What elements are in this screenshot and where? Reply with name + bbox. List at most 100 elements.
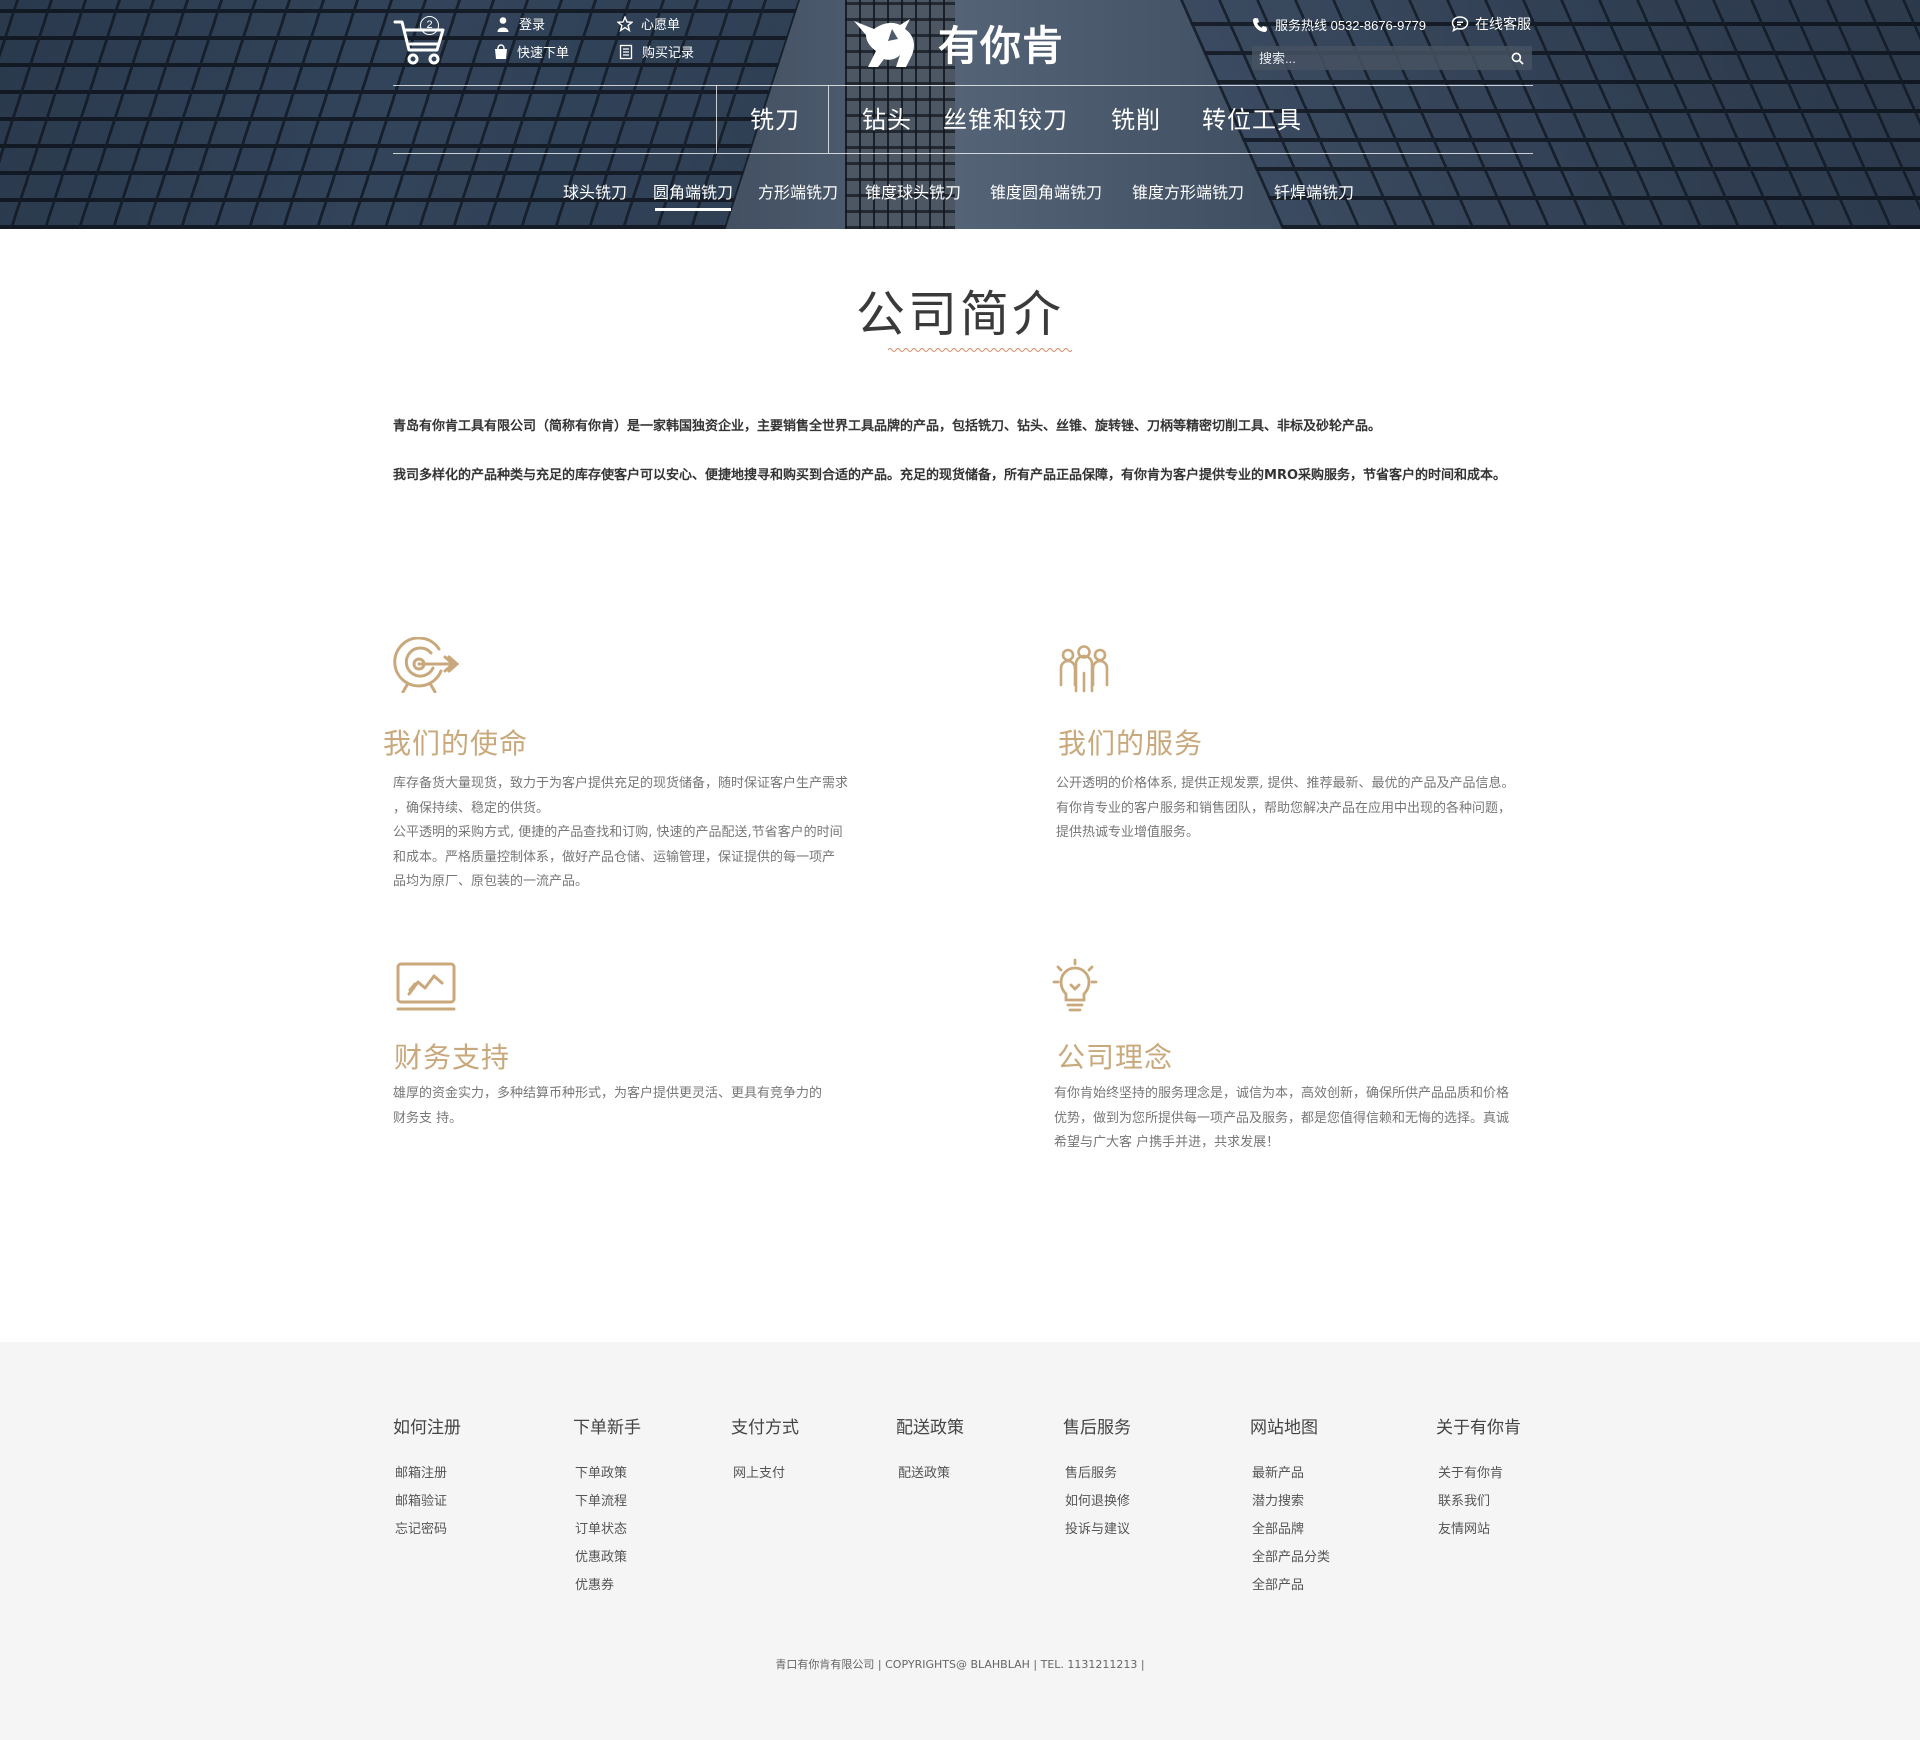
footer-link[interactable]: 优惠政策 (573, 1544, 641, 1572)
footer-link[interactable]: 网上支付 (731, 1460, 799, 1488)
feature-text-line: 优势，做到为您所提供每一项产品及服务，都是您值得信赖和无悔的选择。真诚 (1054, 1110, 1510, 1126)
subnav-square-end-mill[interactable]: 方形端铣刀 (758, 179, 838, 203)
purchase-history-label: 购买记录 (642, 45, 695, 60)
footer-link[interactable]: 邮箱验证 (393, 1488, 461, 1516)
footer-link[interactable]: 配送政策 (896, 1460, 964, 1488)
feature-text-line: 和成本。严格质量控制体系，做好产品仓储、运输管理，保证提供的每一项产 (393, 849, 836, 865)
copyright-text: 青口有你肯有限公司 | COPYRIGHTS@ BLAHBLAH | TEL. … (775, 1658, 1145, 1671)
subnav-brazed-end-mill[interactable]: 钎焊端铣刀 (1274, 179, 1354, 203)
nav-separator (828, 85, 829, 153)
search-input[interactable] (1259, 50, 1489, 66)
title-underline (888, 348, 1072, 352)
footer-link[interactable]: 如何退换修 (1063, 1488, 1131, 1516)
quick-order-label: 快速下单 (517, 45, 570, 60)
footer-column-after-sales: 售后服务 售后服务 如何退换修 投诉与建议 (1063, 1413, 1131, 1544)
feature-text-line: 财务支 持。 (393, 1110, 463, 1126)
hotline-text: 服务热线 0532-8676-9779 (1275, 18, 1427, 33)
nav-category-milling[interactable]: 铣削 (1111, 100, 1161, 135)
footer-link[interactable]: 下单政策 (573, 1460, 641, 1488)
chat-bubble-icon (1451, 16, 1469, 32)
wishlist-link[interactable]: 心愿单 (617, 14, 680, 33)
footer-column-title: 支付方式 (731, 1418, 799, 1438)
footer-link[interactable]: 全部产品分类 (1250, 1544, 1330, 1572)
purchase-history-link[interactable]: 购买记录 (618, 42, 694, 61)
footer-link[interactable]: 忘记密码 (393, 1516, 461, 1544)
brand-logo[interactable]: 有你肯 (852, 12, 1064, 72)
feature-text-line: 希望与广大客 户携手并进，共求发展！ (1054, 1135, 1280, 1150)
nav-category-tap-reamer[interactable]: 丝锥和铰刀 (943, 100, 1068, 135)
feature-text-line: 库存备货大量现货，致力于为客户提供充足的现货储备，随时保证客户生产需求 (393, 776, 849, 791)
online-service-label: 在线客服 (1475, 16, 1531, 32)
footer-column-about: 关于有你肯 关于有你肯 联系我们 友情网站 (1436, 1413, 1521, 1544)
login-link[interactable]: 登录 (495, 14, 545, 33)
phone-icon (1253, 17, 1267, 32)
document-list-icon (619, 44, 633, 59)
subnav-corner-radius-end-mill[interactable]: 圆角端铣刀 (653, 179, 733, 211)
footer-link[interactable]: 关于有你肯 (1436, 1460, 1521, 1488)
search-icon[interactable] (1511, 52, 1524, 65)
feature-text-line: 有你肯始终坚持的服务理念是，诚信为本，高效创新，确保所供产品品质和价格 (1054, 1086, 1510, 1101)
target-icon (393, 637, 459, 693)
nav-separator (716, 85, 717, 153)
feature-text: 库存备货大量现货，致力于为客户提供充足的现货储备，随时保证客户生产需求 ，确保持… (393, 772, 883, 895)
star-icon (617, 15, 633, 32)
team-icon (1059, 645, 1109, 693)
footer (0, 1342, 1920, 1740)
nav-category-indexable-tools[interactable]: 转位工具 (1202, 100, 1302, 135)
wishlist-label: 心愿单 (641, 17, 681, 32)
subnav-ball-end-mill[interactable]: 球头铣刀 (563, 179, 627, 203)
intro-paragraph: 我司多样化的产品种类与充足的库存使客户可以安心、便捷地搜寻和购买到合适的产品。充… (393, 468, 1506, 483)
footer-link[interactable]: 售后服务 (1063, 1460, 1131, 1488)
footer-column-title: 关于有你肯 (1436, 1418, 1521, 1438)
nav-category-drill[interactable]: 钻头 (862, 100, 912, 135)
quick-order-link[interactable]: 快速下单 (493, 42, 569, 61)
subnav-tapered-radius-end-mill[interactable]: 锥度圆角端铣刀 (990, 179, 1102, 203)
footer-column-delivery: 配送政策 配送政策 (896, 1413, 964, 1488)
intro-paragraph: 青岛有你肯工具有限公司（简称有你肯）是一家韩国独资企业，主要销售全世界工具品牌的… (393, 419, 1382, 434)
feature-text: 公开透明的价格体系, 提供正规发票, 提供、推荐最新、最优的产品及产品信息。 有… (1056, 772, 1546, 846)
cart-button[interactable]: 2 (393, 14, 449, 66)
footer-link[interactable]: 投诉与建议 (1063, 1516, 1131, 1544)
feature-text: 有你肯始终坚持的服务理念是，诚信为本，高效创新，确保所供产品品质和价格 优势，做… (1054, 1082, 1544, 1156)
footer-column-title: 如何注册 (393, 1418, 461, 1438)
user-icon (497, 16, 509, 32)
search-bar[interactable] (1252, 46, 1532, 70)
feature-title: 财务支持 (394, 1041, 511, 1074)
footer-column-payment: 支付方式 网上支付 (731, 1413, 799, 1488)
shopping-bag-icon (495, 43, 507, 59)
feature-title: 我们的使命 (383, 727, 529, 760)
footer-link[interactable]: 全部产品 (1250, 1572, 1330, 1600)
feature-text-line: 有你肯专业的客户服务和销售团队，帮助您解决产品在应用中出现的各种问题， (1056, 800, 1512, 816)
page-title: 公司简介 (855, 286, 1064, 343)
footer-link[interactable]: 联系我们 (1436, 1488, 1521, 1516)
unicorn-logo-icon (854, 19, 914, 67)
feature-text-line: 品均为原厂、原包装的一流产品。 (393, 874, 589, 889)
online-service-link[interactable]: 在线客服 (1451, 14, 1531, 34)
login-label: 登录 (519, 17, 546, 32)
footer-link[interactable]: 友情网站 (1436, 1516, 1521, 1544)
feature-text-line: 公平透明的采购方式, 便捷的产品查找和订购, 快速的产品配送,节省客户的时间 (393, 825, 843, 840)
feature-text-line: ，确保持续、稳定的供货。 (393, 800, 550, 816)
lightbulb-icon (1052, 958, 1098, 1012)
footer-link[interactable]: 订单状态 (573, 1516, 641, 1544)
nav-category-milling-cutter[interactable]: 铣刀 (750, 100, 800, 135)
nav-top-divider (393, 85, 1533, 86)
footer-column-title: 下单新手 (573, 1418, 641, 1438)
footer-link[interactable]: 全部品牌 (1250, 1516, 1330, 1544)
subnav-tapered-square-end-mill[interactable]: 锥度方形端铣刀 (1132, 179, 1244, 203)
footer-link[interactable]: 最新产品 (1250, 1460, 1330, 1488)
footer-column-title: 网站地图 (1250, 1418, 1318, 1438)
feature-title: 公司理念 (1057, 1041, 1174, 1074)
feature-text-line: 雄厚的资金实力，多种结算币种形式，为客户提供更灵活、更具有竞争力的 (393, 1086, 823, 1101)
footer-link[interactable]: 优惠券 (573, 1572, 641, 1600)
brand-name: 有你肯 (938, 22, 1064, 70)
footer-column-new-order: 下单新手 下单政策 下单流程 订单状态 优惠政策 优惠券 (573, 1413, 641, 1600)
cart-count-badge: 2 (420, 16, 439, 35)
subnav-tapered-ball-end-mill[interactable]: 锥度球头铣刀 (865, 179, 961, 203)
feature-text-line: 公开透明的价格体系, 提供正规发票, 提供、推荐最新、最优的产品及产品信息。 (1056, 776, 1515, 791)
footer-column-title: 配送政策 (896, 1418, 964, 1438)
footer-link[interactable]: 潜力搜索 (1250, 1488, 1330, 1516)
feature-text: 雄厚的资金实力，多种结算币种形式，为客户提供更灵活、更具有竞争力的 财务支 持。 (393, 1082, 883, 1131)
footer-link[interactable]: 邮箱注册 (393, 1460, 461, 1488)
footer-link[interactable]: 下单流程 (573, 1488, 641, 1516)
